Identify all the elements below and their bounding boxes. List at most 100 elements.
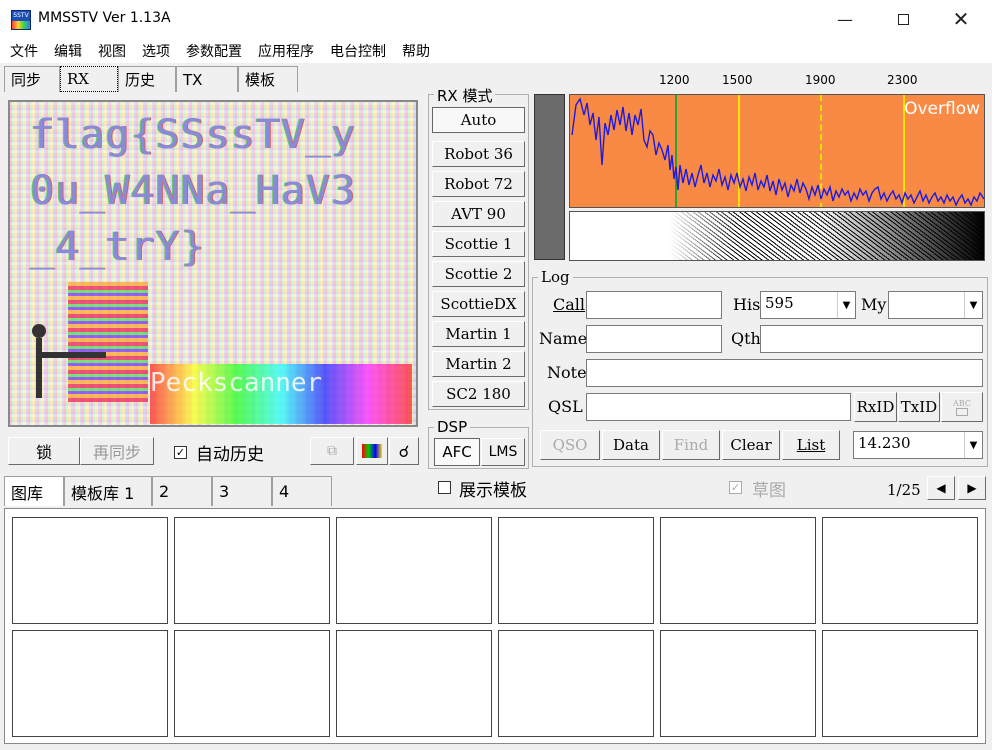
resync-button[interactable]: 再同步 — [80, 437, 154, 465]
color-bars-icon[interactable] — [356, 437, 388, 465]
gallery-thumbnail[interactable] — [12, 517, 168, 624]
qsl-label: QSL — [548, 397, 583, 416]
mode-avt90-button[interactable]: AVT 90 — [432, 201, 525, 227]
list-button[interactable]: List — [782, 430, 840, 460]
mode-scottiedx-button[interactable]: ScottieDX — [432, 291, 525, 317]
freq-tick: 1500 — [722, 73, 753, 87]
his-combo[interactable]: 595 ▼ — [760, 291, 856, 319]
chevron-down-icon[interactable]: ▼ — [964, 292, 982, 318]
draft-checkbox[interactable]: ✓ — [729, 481, 742, 494]
gallery-thumbnail[interactable] — [174, 630, 330, 737]
zoom-icon[interactable]: ☌ — [389, 437, 419, 465]
menu-apps[interactable]: 应用程序 — [258, 41, 314, 61]
dsp-label: DSP — [434, 418, 471, 436]
menu-file[interactable]: 文件 — [10, 41, 38, 61]
lms-button[interactable]: LMS — [481, 438, 525, 466]
mode-scottie1-button[interactable]: Scottie 1 — [432, 231, 525, 257]
data-button[interactable]: Data — [602, 430, 660, 460]
qsl-field[interactable] — [586, 393, 851, 421]
mode-scottie2-button[interactable]: Scottie 2 — [432, 261, 525, 287]
tab-template-lib-2[interactable]: 2 — [152, 476, 212, 506]
freq-tick: 2300 — [887, 73, 918, 87]
frequency-value: 14.230 — [858, 434, 911, 452]
tab-template-lib-4[interactable]: 4 — [272, 476, 332, 506]
menu-options[interactable]: 选项 — [142, 41, 170, 61]
menu-edit[interactable]: 编辑 — [54, 41, 82, 61]
auto-history-checkbox[interactable]: ✓ — [174, 446, 187, 459]
chevron-down-icon[interactable]: ▼ — [964, 432, 982, 458]
window-title: MMSSTV Ver 1.13A — [38, 10, 171, 26]
name-field[interactable] — [586, 325, 722, 353]
tab-sync[interactable]: 同步 — [4, 66, 60, 92]
gallery-thumbnail[interactable] — [822, 630, 978, 737]
rx-image: flag{SSssTV_y 0u_W4NNa_HaV3 _4_trY} Peck… — [8, 100, 418, 427]
gallery-thumbnail[interactable] — [822, 517, 978, 624]
tab-history[interactable]: 历史 — [118, 66, 176, 92]
gallery-thumbnail[interactable] — [336, 630, 492, 737]
page-indicator: 1/25 — [887, 481, 921, 499]
tab-tx[interactable]: TX — [176, 66, 238, 92]
mode-martin1-button[interactable]: Martin 1 — [432, 321, 525, 347]
draft-label: 草图 — [752, 481, 786, 501]
show-template-label: 展示模板 — [459, 481, 527, 501]
afc-button[interactable]: AFC — [434, 438, 480, 466]
mode-martin2-button[interactable]: Martin 2 — [432, 351, 525, 377]
frequency-combo[interactable]: 14.230 ▼ — [853, 431, 983, 459]
gallery-thumbnail[interactable] — [174, 517, 330, 624]
his-value: 595 — [765, 294, 794, 312]
freq-tick: 1900 — [805, 73, 836, 87]
txid-button[interactable]: TxID — [898, 392, 940, 422]
call-field[interactable] — [586, 291, 722, 319]
qth-field[interactable] — [760, 325, 983, 353]
lock-button[interactable]: 锁 — [8, 437, 80, 465]
chevron-down-icon[interactable]: ▼ — [837, 292, 855, 318]
spectrum-display: Overflow — [569, 94, 985, 208]
my-combo[interactable]: ▼ — [888, 291, 983, 319]
gallery-thumbnail[interactable] — [498, 517, 654, 624]
call-label: Call — [553, 295, 586, 314]
tab-rx[interactable]: RX — [60, 66, 118, 92]
prev-page-button[interactable]: ◀ — [927, 476, 955, 500]
copy-icon[interactable]: ⧉ — [310, 437, 354, 465]
gallery-thumbnail[interactable] — [660, 630, 816, 737]
mode-robot36-button[interactable]: Robot 36 — [432, 141, 525, 167]
abc-label: ABC — [953, 398, 971, 408]
qso-button[interactable]: QSO — [540, 430, 600, 460]
rx-text-line: 0u_W4NNa_HaV3 — [30, 168, 357, 214]
minimize-button[interactable]: — — [816, 0, 874, 38]
mode-robot72-button[interactable]: Robot 72 — [432, 171, 525, 197]
mode-auto-button[interactable]: Auto — [432, 107, 525, 133]
menu-help[interactable]: 帮助 — [402, 41, 430, 61]
mode-sc2180-button[interactable]: SC2 180 — [432, 381, 525, 407]
overflow-label: Overflow — [904, 99, 980, 119]
top-tabs: 同步 RX 历史 TX 模板 — [4, 66, 298, 92]
clear-button[interactable]: Clear — [722, 430, 780, 460]
menu-radio[interactable]: 电台控制 — [330, 41, 386, 61]
level-meter — [534, 94, 565, 260]
tab-template-lib-3[interactable]: 3 — [212, 476, 272, 506]
app-icon: SSTV — [11, 10, 31, 30]
menu-view[interactable]: 视图 — [98, 41, 126, 61]
find-button[interactable]: Find — [662, 430, 720, 460]
tab-template[interactable]: 模板 — [238, 66, 298, 92]
rx-bottom-text: Peckscanner — [150, 368, 323, 398]
his-label: His — [733, 295, 761, 314]
gallery-thumbnail[interactable] — [336, 517, 492, 624]
tab-gallery[interactable]: 图库 — [4, 476, 64, 506]
show-template-checkbox[interactable] — [438, 481, 451, 494]
abc-button[interactable]: ABC — [941, 392, 983, 422]
maximize-button[interactable] — [874, 0, 932, 38]
menu-settings[interactable]: 参数配置 — [186, 41, 242, 61]
gallery-thumbnail[interactable] — [660, 517, 816, 624]
log-label: Log — [538, 268, 573, 286]
gallery-thumbnail[interactable] — [12, 630, 168, 737]
freq-tick: 1200 — [659, 73, 690, 87]
note-field[interactable] — [586, 359, 983, 387]
close-button[interactable]: ✕ — [932, 0, 990, 38]
gallery-thumbnail[interactable] — [498, 630, 654, 737]
tab-template-lib-1[interactable]: 模板库 1 — [64, 476, 152, 506]
waterfall-display — [569, 211, 985, 261]
qth-label: Qth — [731, 329, 761, 348]
rxid-button[interactable]: RxID — [854, 392, 897, 422]
next-page-button[interactable]: ▶ — [958, 476, 986, 500]
